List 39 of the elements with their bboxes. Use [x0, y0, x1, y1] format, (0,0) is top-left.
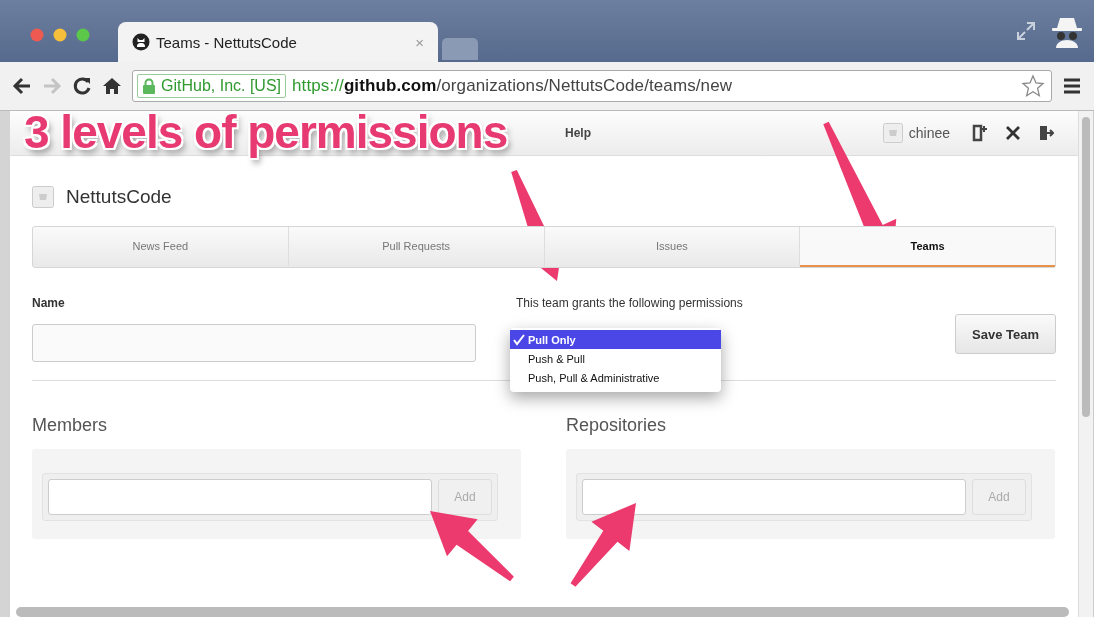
annotation-text: 3 levels of permissions	[24, 111, 508, 159]
menu-icon[interactable]	[1062, 76, 1082, 96]
lock-icon	[142, 78, 156, 94]
github-logo-icon	[132, 33, 150, 51]
dropdown-option[interactable]: Push & Pull	[510, 349, 721, 368]
organization-name: NettutsCode	[66, 186, 172, 208]
section-title: Members	[32, 415, 108, 437]
organization-avatar-icon	[32, 186, 54, 208]
fullscreen-icon[interactable]	[1016, 21, 1036, 41]
nav-tab[interactable]: Teams	[800, 227, 1055, 267]
nav-tab[interactable]: News Feed	[33, 227, 289, 267]
browser-tab[interactable]: Teams - NettutsCode ×	[118, 22, 438, 62]
dropdown-option[interactable]: Push, Pull & Administrative	[510, 368, 721, 387]
check-icon	[513, 333, 525, 346]
site-identity[interactable]: GitHub, Inc. [US]	[137, 74, 287, 98]
field-label: Name	[32, 296, 66, 312]
name-input-field[interactable]	[32, 324, 476, 362]
field-label: This team grants the following permissions	[516, 296, 744, 312]
home-icon[interactable]	[102, 76, 122, 96]
sign-out-icon[interactable]	[1038, 124, 1054, 142]
url-text: https://github.com/organizations/NettutsCode/teams/new	[292, 76, 734, 96]
save-team-button[interactable]: Save Team	[955, 314, 1056, 354]
address-bar[interactable]: GitHub, Inc. [US] https://github.com/organizations/NettutsCode/teams/new	[132, 70, 1052, 102]
tools-icon[interactable]	[1004, 124, 1022, 142]
nav-tab[interactable]: Pull Requests	[288, 227, 545, 267]
dropdown-option[interactable]: Pull Only	[510, 330, 721, 349]
tab-title: Teams - NettutsCode	[156, 33, 298, 51]
section-title: Repositories	[566, 415, 668, 437]
horizontal-scrollbar[interactable]	[16, 607, 1069, 617]
star-icon[interactable]	[1021, 74, 1045, 98]
new-document-icon[interactable]	[972, 124, 988, 142]
username-link[interactable]: chinee	[908, 125, 950, 141]
search-input-field[interactable]	[582, 479, 966, 515]
avatar-icon	[882, 123, 903, 143]
back-icon[interactable]	[12, 76, 32, 96]
search-input-field[interactable]	[48, 479, 432, 515]
help-link[interactable]: Help	[565, 126, 591, 140]
reload-icon[interactable]	[72, 76, 92, 96]
vertical-scrollbar[interactable]	[1082, 117, 1090, 417]
